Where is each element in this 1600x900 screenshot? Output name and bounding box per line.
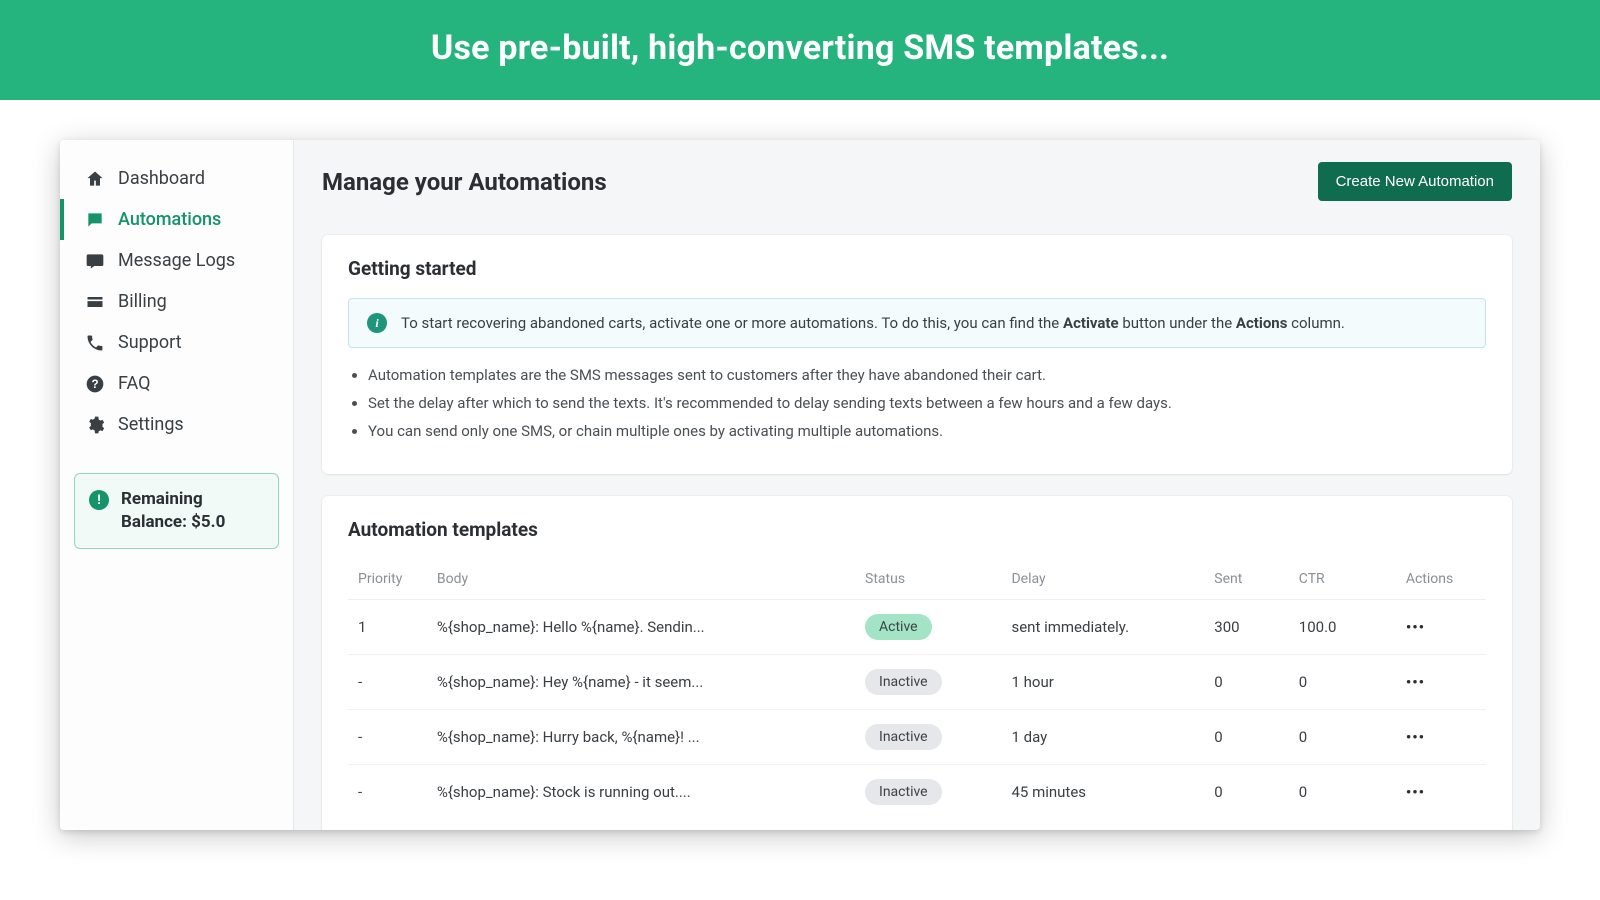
table-row: -%{shop_name}: Hey %{name} - it seem... I… xyxy=(348,655,1486,710)
help-icon: ? xyxy=(84,374,106,394)
sidebar-item-label: Dashboard xyxy=(118,168,205,189)
row-actions-button[interactable]: ••• xyxy=(1406,728,1425,746)
status-badge: Inactive xyxy=(865,669,942,695)
promo-banner: Use pre-built, high-converting SMS templ… xyxy=(0,0,1600,100)
promo-headline: Use pre-built, high-converting SMS templ… xyxy=(431,28,1169,68)
row-actions-button[interactable]: ••• xyxy=(1406,783,1425,801)
col-actions: Actions xyxy=(1396,559,1486,600)
sidebar-item-label: FAQ xyxy=(118,373,150,394)
cell-ctr: 0 xyxy=(1289,655,1396,710)
row-actions-button[interactable]: ••• xyxy=(1406,618,1425,636)
sidebar-item-label: Settings xyxy=(118,414,184,435)
sidebar-item-label: Automations xyxy=(118,209,221,230)
table-row: -%{shop_name}: Hurry back, %{name}! ... I… xyxy=(348,710,1486,765)
chat-icon xyxy=(84,210,106,230)
cell-priority: - xyxy=(348,710,427,765)
sidebar-item-label: Billing xyxy=(118,291,167,312)
getting-started-card: Getting started i To start recovering ab… xyxy=(322,235,1512,474)
sidebar-item-automations[interactable]: Automations xyxy=(60,199,293,240)
getting-started-bullets: Automation templates are the SMS message… xyxy=(348,366,1486,440)
row-actions-button[interactable]: ••• xyxy=(1406,673,1425,691)
cell-sent: 0 xyxy=(1204,655,1289,710)
app-frame: Dashboard Automations Message Logs Billing S… xyxy=(60,140,1540,830)
col-delay: Delay xyxy=(1001,559,1204,600)
info-icon: i xyxy=(367,313,387,333)
cell-delay: sent immediately. xyxy=(1001,600,1204,655)
svg-text:?: ? xyxy=(91,378,98,391)
home-icon xyxy=(84,169,106,189)
sidebar: Dashboard Automations Message Logs Billing S… xyxy=(60,140,294,830)
getting-started-title: Getting started xyxy=(348,257,1486,280)
main-content: Manage your Automations Create New Autom… xyxy=(294,140,1540,830)
cell-sent: 300 xyxy=(1204,600,1289,655)
page-title: Manage your Automations xyxy=(322,168,607,196)
balance-label: Remaining Balance: $5.0 xyxy=(121,488,264,534)
cell-delay: 1 day xyxy=(1001,710,1204,765)
cell-priority: 1 xyxy=(348,600,427,655)
bullet-item: You can send only one SMS, or chain mult… xyxy=(368,422,1486,440)
cell-status: Inactive xyxy=(855,710,1001,765)
status-badge: Inactive xyxy=(865,724,942,750)
sidebar-item-support[interactable]: Support xyxy=(60,322,293,363)
status-badge: Active xyxy=(865,614,932,640)
cell-body: %{shop_name}: Hello %{name}. Sendin... xyxy=(427,600,855,655)
table-row: -%{shop_name}: Stock is running out.... I… xyxy=(348,765,1486,820)
card-icon xyxy=(84,292,106,312)
cell-body: %{shop_name}: Hey %{name} - it seem... xyxy=(427,655,855,710)
sidebar-item-faq[interactable]: ? FAQ xyxy=(60,363,293,404)
status-badge: Inactive xyxy=(865,779,942,805)
templates-title: Automation templates xyxy=(348,518,1486,541)
cell-delay: 45 minutes xyxy=(1001,765,1204,820)
cell-priority: - xyxy=(348,655,427,710)
sidebar-item-message-logs[interactable]: Message Logs xyxy=(60,240,293,281)
sidebar-item-dashboard[interactable]: Dashboard xyxy=(60,158,293,199)
alert-icon: ! xyxy=(89,490,109,510)
sidebar-item-billing[interactable]: Billing xyxy=(60,281,293,322)
col-body: Body xyxy=(427,559,855,600)
templates-table: Priority Body Status Delay Sent CTR Acti… xyxy=(348,559,1486,819)
cell-sent: 0 xyxy=(1204,710,1289,765)
balance-callout: ! Remaining Balance: $5.0 xyxy=(74,473,279,549)
col-status: Status xyxy=(855,559,1001,600)
create-automation-button[interactable]: Create New Automation xyxy=(1318,162,1512,201)
cell-status: Active xyxy=(855,600,1001,655)
cell-status: Inactive xyxy=(855,655,1001,710)
cell-ctr: 0 xyxy=(1289,765,1396,820)
col-ctr: CTR xyxy=(1289,559,1396,600)
sidebar-item-settings[interactable]: Settings xyxy=(60,404,293,445)
bullet-item: Automation templates are the SMS message… xyxy=(368,366,1486,384)
cell-body: %{shop_name}: Hurry back, %{name}! ... xyxy=(427,710,855,765)
phone-icon xyxy=(84,333,106,353)
cell-sent: 0 xyxy=(1204,765,1289,820)
cell-body: %{shop_name}: Stock is running out.... xyxy=(427,765,855,820)
templates-card: Automation templates Priority Body Statu… xyxy=(322,496,1512,830)
cell-status: Inactive xyxy=(855,765,1001,820)
cell-ctr: 100.0 xyxy=(1289,600,1396,655)
cell-ctr: 0 xyxy=(1289,710,1396,765)
info-text: To start recovering abandoned carts, act… xyxy=(401,314,1345,332)
bullet-item: Set the delay after which to send the te… xyxy=(368,394,1486,412)
sidebar-item-label: Message Logs xyxy=(118,250,235,271)
info-callout: i To start recovering abandoned carts, a… xyxy=(348,298,1486,348)
sms-icon xyxy=(84,251,106,271)
gear-icon xyxy=(84,415,106,435)
cell-priority: - xyxy=(348,765,427,820)
cell-delay: 1 hour xyxy=(1001,655,1204,710)
col-sent: Sent xyxy=(1204,559,1289,600)
col-priority: Priority xyxy=(348,559,427,600)
table-row: 1%{shop_name}: Hello %{name}. Sendin... A… xyxy=(348,600,1486,655)
sidebar-item-label: Support xyxy=(118,332,182,353)
